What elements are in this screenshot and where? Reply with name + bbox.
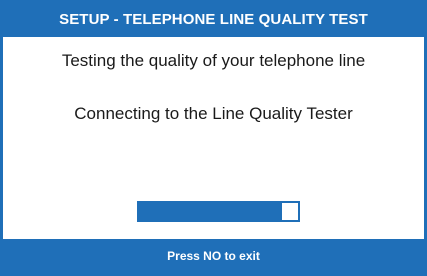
screen-title: SETUP - TELEPHONE LINE QUALITY TEST (3, 3, 424, 37)
status-line-testing: Testing the quality of your telephone li… (61, 51, 366, 70)
progress-bar (137, 201, 300, 222)
lcd-screen: SETUP - TELEPHONE LINE QUALITY TEST Test… (0, 0, 427, 276)
status-line-connecting: Connecting to the Line Quality Tester (74, 104, 353, 123)
progress-bar-fill (139, 203, 283, 220)
exit-hint: Press NO to exit (3, 239, 424, 273)
